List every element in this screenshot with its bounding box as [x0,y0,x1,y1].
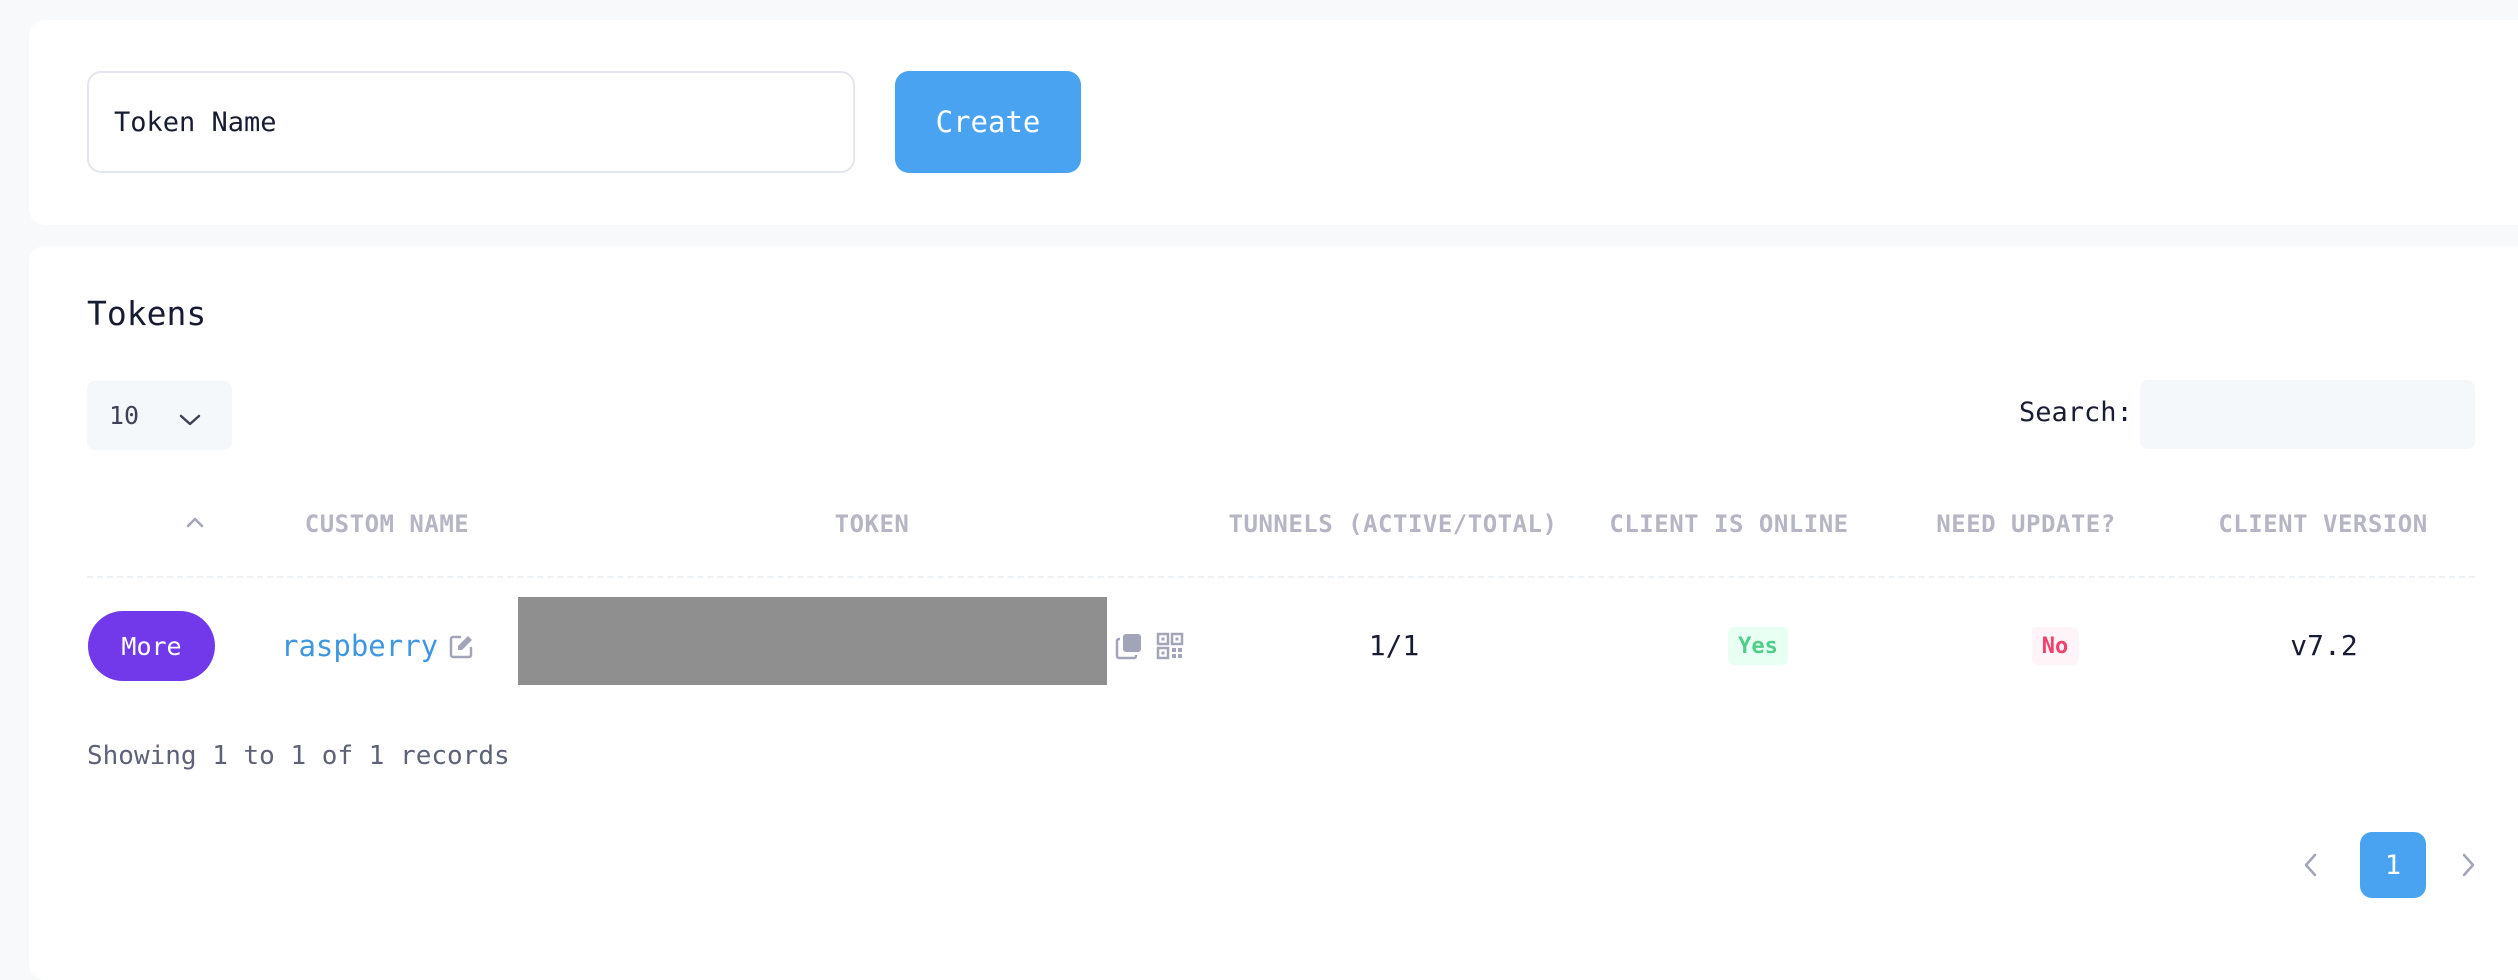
column-header-client-online[interactable]: CLIENT IS ONLINE [1609,510,1848,538]
chevron-right-icon[interactable] [2459,851,2477,883]
need-update-badge: No [2031,627,2079,665]
column-header-tunnels[interactable]: TUNNELS (ACTIVE/TOTAL) [1229,510,1558,538]
more-button[interactable]: More [88,611,215,681]
chevron-down-icon [178,405,202,434]
page-length-select[interactable]: 10 [87,381,232,450]
column-header-need-update[interactable]: NEED UPDATE? [1936,510,2115,538]
column-header-custom-name[interactable]: CUSTOM NAME [305,510,469,538]
tokens-card: Tokens 10 Search: CUSTOM NAME TOKEN TUNN… [29,246,2518,980]
pagination-page-button[interactable]: 1 [2360,832,2426,898]
page-title: Tokens [87,294,207,333]
create-button[interactable]: Create [895,71,1081,173]
page-length-value: 10 [109,401,140,430]
records-info: Showing 1 to 1 of 1 records [87,741,510,771]
column-header-token[interactable]: TOKEN [835,510,910,538]
client-version: v7.2 [2290,629,2358,662]
token-value-redacted [518,597,1107,685]
search-label: Search: [2019,397,2133,428]
client-online-badge: Yes [1728,627,1788,665]
header-divider [87,576,2475,578]
search-input[interactable] [2140,380,2475,449]
create-token-card: Create [29,20,2518,225]
qr-code-icon[interactable] [1156,632,1184,664]
edit-icon[interactable] [447,633,475,665]
custom-name-link[interactable]: raspberry [281,629,438,663]
token-name-input[interactable] [87,71,855,173]
column-header-client-version[interactable]: CLIENT VERSION [2218,510,2427,538]
chevron-left-icon[interactable] [2302,851,2320,883]
sort-up-icon[interactable] [185,514,205,533]
copy-icon[interactable] [1114,631,1144,665]
tunnels-count: 1/1 [1368,629,1420,662]
